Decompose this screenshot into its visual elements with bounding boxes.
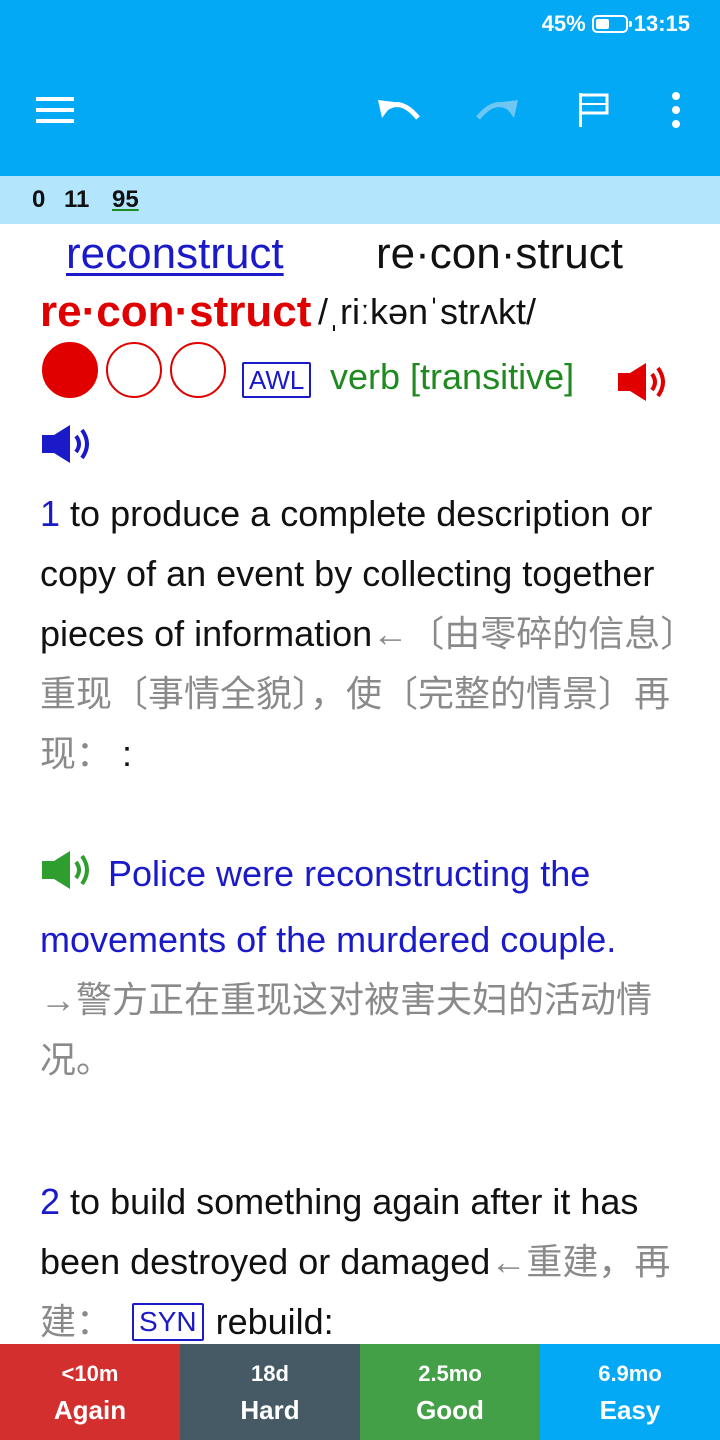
hard-interval: 18d [251,1361,289,1386]
frequency-dot-1 [42,342,98,398]
easy-label: Easy [599,1395,661,1425]
headword-syllables: re·con·struct [376,229,623,278]
redo-icon[interactable] [468,82,524,138]
clock: 13:15 [633,11,690,36]
app-toolbar [0,50,720,176]
undo-icon[interactable] [372,82,428,138]
card-content: reconstruct re·con·struct re·con·struct … [40,224,680,1344]
frequency-dot-3 [170,342,226,398]
sense-number: 2 [40,1181,61,1222]
sense-number: 1 [40,493,61,534]
learning-count: 11 [64,186,90,213]
example-1: Police were reconstructing the movements… [40,844,680,1090]
more-vert-icon[interactable] [648,82,704,138]
again-label: Again [53,1395,127,1425]
new-count: 0 [32,186,46,213]
status-indicators: 45% 13:15 [542,11,690,37]
syn-badge: SYN [132,1303,204,1341]
card-counts-bar: 0 11 95 [0,176,720,224]
again-interval: <10m [61,1361,119,1386]
headword-link[interactable]: reconstruct [66,226,284,282]
speaker-red-icon[interactable] [616,360,676,409]
battery-icon [591,15,632,33]
battery-fill [595,19,609,29]
sense-colon: : [122,733,133,774]
speaker-blue-icon[interactable] [40,422,100,471]
easy-interval: 6.9mo [598,1361,662,1386]
speaker-green-icon[interactable] [40,848,100,910]
headword-red: re·con·struct [40,287,312,336]
pronunciation: /ˌriːkənˈstrʌkt/ [318,291,537,332]
menu-icon[interactable] [28,82,84,138]
example-translation: →警方正在重现这对被害夫妇的活动情况。 [40,979,653,1080]
again-button[interactable]: <10m Again [0,1344,180,1440]
good-interval: 2.5mo [418,1361,482,1386]
sense-1: 1 to produce a complete description or c… [40,484,680,784]
frequency-dot-2 [106,342,162,398]
status-bar: 45% 13:15 [0,0,720,50]
good-button[interactable]: 2.5mo Good [360,1344,540,1440]
awl-badge: AWL [242,362,312,398]
part-of-speech: verb [transitive] [330,356,575,397]
good-label: Good [416,1395,484,1425]
review-count: 95 [112,186,139,213]
answer-buttons: <10m Again 18d Hard 2.5mo Good 6.9mo Eas… [0,1344,720,1440]
example-sentence: Police were reconstructing the movements… [40,853,617,960]
flag-icon[interactable] [566,82,622,138]
synonym-word: rebuild: [215,1301,334,1342]
hard-label: Hard [240,1395,300,1425]
hard-button[interactable]: 18d Hard [180,1344,360,1440]
easy-button[interactable]: 6.9mo Easy [540,1344,720,1440]
battery-percent: 45% [541,11,586,36]
sense-2: 2 to build something again after it has … [40,1172,680,1344]
